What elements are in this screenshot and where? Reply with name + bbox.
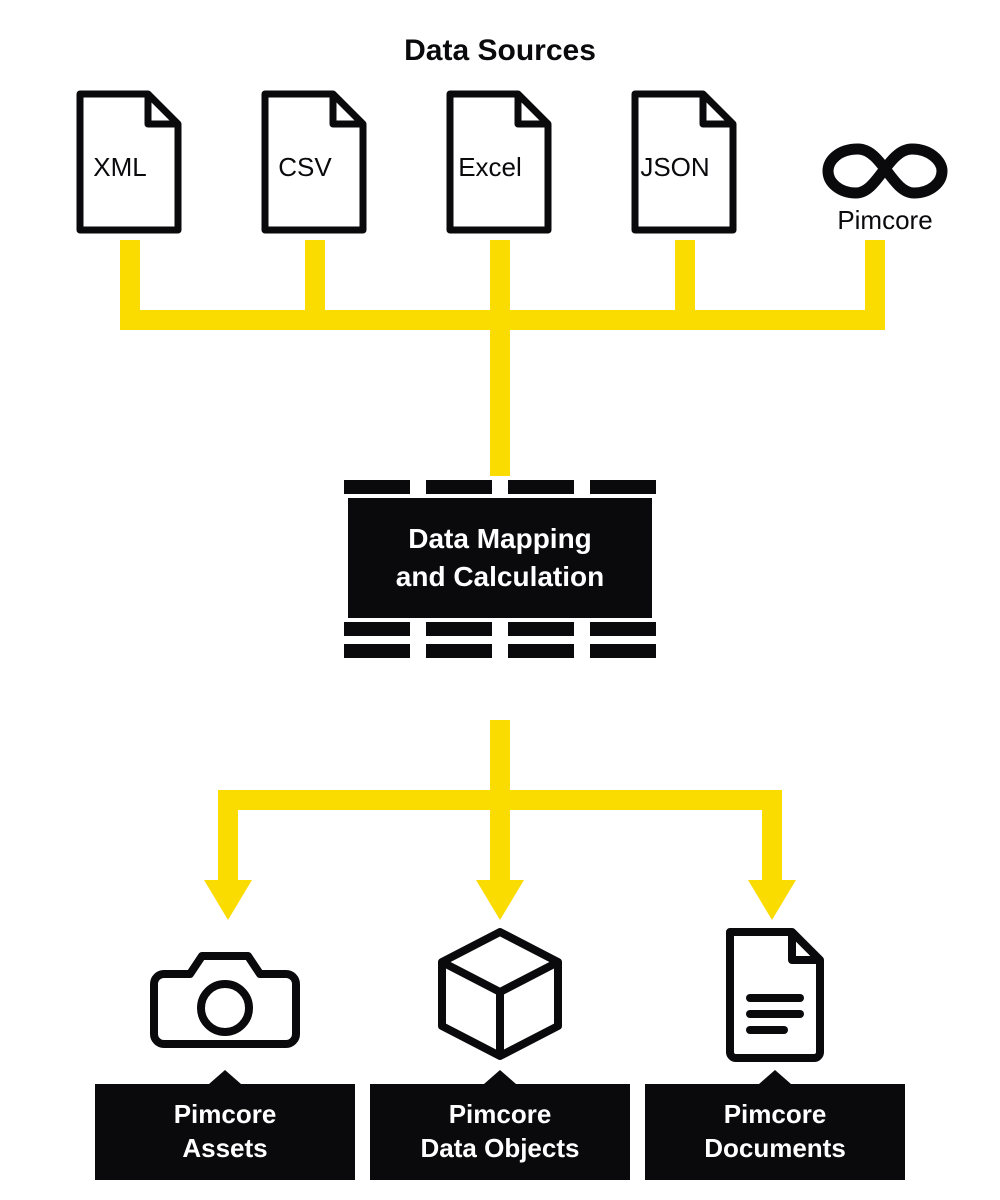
document-icon [716,924,834,1064]
pimcore-label: Pimcore [837,205,932,236]
dashed-border-top [344,480,656,494]
file-icon: Excel [440,88,558,236]
dashed-border-bottom [344,644,656,658]
file-icon: CSV [255,88,373,236]
file-icon: XML [70,88,188,236]
target-pimcore-documents: Pimcore Documents [645,924,905,1180]
source-json: JSON [625,88,743,236]
source-pimcore: Pimcore [810,137,960,236]
file-icon: JSON [625,88,743,236]
file-label: Excel [458,152,522,182]
dashed-border-bottom [344,622,656,636]
camera-icon [150,934,300,1054]
center-processing-box: Data Mapping and Calculation [344,476,656,662]
sources-row: XML CSV Excel JSON Pimcore [70,88,960,236]
target-pimcore-assets: Pimcore Assets [95,924,355,1180]
file-label: JSON [640,152,709,182]
source-csv: CSV [255,88,373,236]
cube-icon [430,924,570,1064]
center-to-targets-connector [0,720,1000,930]
source-excel: Excel [440,88,558,236]
target-label: Pimcore Assets [95,1084,355,1180]
target-pimcore-data-objects: Pimcore Data Objects [370,924,630,1180]
diagram-title: Data Sources [0,34,1000,68]
infinity-icon [820,137,950,201]
targets-row: Pimcore Assets Pimcore Data Objects Pimc… [95,924,905,1180]
source-xml: XML [70,88,188,236]
center-box-label: Data Mapping and Calculation [348,498,652,618]
target-label: Pimcore Data Objects [370,1084,630,1180]
file-label: CSV [278,152,332,182]
file-label: XML [93,152,146,182]
sources-to-center-connector [0,240,1000,480]
target-label: Pimcore Documents [645,1084,905,1180]
